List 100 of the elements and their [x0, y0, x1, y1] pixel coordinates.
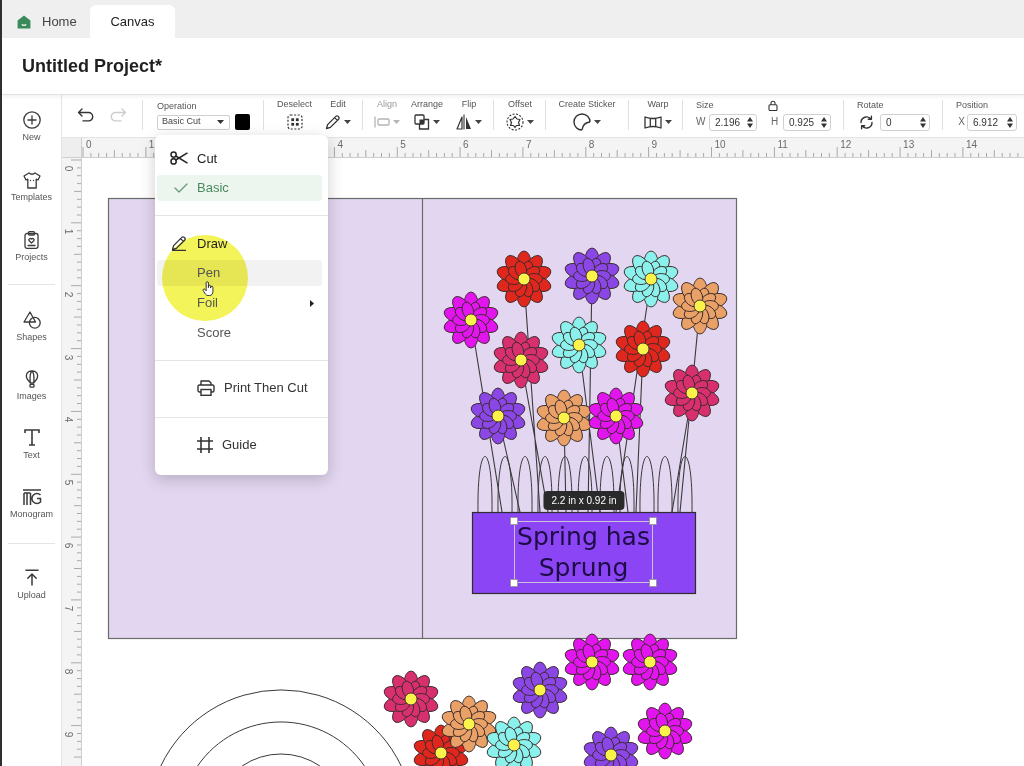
operation-label: Operation: [157, 100, 198, 112]
sidebar-button[interactable]: Upload: [2, 555, 61, 614]
menu-item[interactable]: Guide: [155, 430, 328, 460]
ruler-label: 11: [777, 139, 788, 150]
ruler-label: 12: [840, 139, 852, 150]
flower: [470, 387, 526, 445]
menu-item[interactable]: Pen: [157, 260, 322, 286]
ruler-label: 0: [63, 164, 74, 174]
resize-handle[interactable]: [649, 517, 657, 525]
color-swatch-icon[interactable]: [235, 113, 250, 130]
warp-button[interactable]: Warp: [645, 99, 671, 131]
rotate-icon[interactable]: [859, 114, 874, 130]
ruler-label: 2: [63, 290, 74, 299]
stepper-icon[interactable]: [1007, 116, 1013, 128]
printer-icon: [197, 380, 215, 396]
sidebar-button[interactable]: Text: [2, 415, 61, 474]
sidebar-button[interactable]: New: [2, 97, 61, 157]
sidebar-button[interactable]: Shapes: [2, 297, 61, 356]
menu-heading: Draw: [197, 235, 228, 251]
menu-item[interactable]: Print Then Cut: [155, 373, 328, 403]
rotation-field[interactable]: 0: [880, 113, 930, 131]
ruler-label: 0: [86, 139, 92, 150]
tab[interactable]: Home: [12, 5, 90, 38]
caret-icon: [217, 120, 224, 124]
operation-select[interactable]: Basic Cut: [157, 114, 230, 130]
clipboard-icon: [24, 231, 39, 249]
resize-handle[interactable]: [510, 517, 518, 525]
menu-heading: Cut: [197, 150, 218, 166]
field-label: X: [958, 116, 965, 128]
flower: [383, 670, 439, 728]
height-field[interactable]: 0.925: [783, 113, 831, 131]
ruler-label: 9: [63, 730, 74, 739]
resize-handle[interactable]: [649, 579, 657, 587]
resize-handle[interactable]: [510, 579, 518, 587]
menu-item[interactable]: Basic: [157, 175, 322, 201]
stacked-squares-icon: [414, 114, 430, 130]
ruler-label: 10: [714, 139, 726, 150]
t-shirt-icon: [22, 171, 41, 189]
ruler-label: 8: [63, 667, 74, 677]
ruler-label: 3: [63, 353, 74, 362]
lock-icon[interactable]: [767, 99, 778, 111]
ruler-label: 5: [63, 479, 74, 488]
flower: [564, 633, 620, 691]
arrange-button[interactable]: Arrange: [410, 99, 444, 131]
check-icon: [174, 183, 188, 193]
deselect-button[interactable]: Deselect: [277, 99, 312, 131]
flower: [588, 387, 644, 445]
rotate-label: Rotate: [857, 99, 885, 111]
sticker-icon: [573, 113, 591, 131]
dimension-tooltip: 2.2 in x 0.92 in: [543, 491, 625, 510]
flower: [441, 695, 497, 753]
grid-frame-icon: [197, 437, 213, 453]
flip-button[interactable]: Flip: [457, 99, 481, 131]
field-label: H: [771, 116, 778, 128]
upload-icon: [24, 569, 39, 586]
plus-circle-icon: [22, 111, 41, 129]
ruler-label: 13: [903, 139, 915, 150]
align-icon: [374, 116, 390, 128]
ruler-label: 7: [525, 139, 532, 150]
pencil-icon: [171, 235, 187, 251]
flower: [664, 364, 720, 422]
stepper-icon[interactable]: [821, 116, 827, 128]
create-sticker-button[interactable]: Create Sticker: [558, 99, 616, 131]
undo-icon[interactable]: [77, 108, 94, 122]
flower: [536, 389, 592, 447]
sidebar-button[interactable]: Monogram: [2, 474, 61, 533]
ruler-label: 5: [400, 139, 406, 150]
flower: [443, 291, 499, 349]
flower: [551, 316, 607, 374]
sidebar-button[interactable]: Images: [2, 356, 61, 415]
sidebar-button[interactable]: Projects: [2, 217, 61, 277]
x-position-field[interactable]: 6.912: [967, 113, 1017, 131]
flower: [622, 633, 678, 691]
ruler-label: 9: [651, 139, 658, 150]
menu-item[interactable]: Score: [157, 320, 322, 346]
stepper-icon[interactable]: [920, 116, 926, 128]
ruler-label: 6: [463, 139, 469, 150]
ruler-label: 6: [63, 541, 74, 551]
shapes-icon: [22, 310, 41, 329]
flower: [615, 320, 671, 378]
dashed-square-icon: [286, 114, 303, 130]
flower: [564, 247, 620, 305]
flower: [672, 277, 728, 335]
scissors-icon: [170, 151, 188, 165]
offset-button[interactable]: Offset: [507, 99, 533, 131]
flower: [512, 661, 568, 719]
width-field[interactable]: 2.196: [709, 113, 757, 131]
edit-button[interactable]: Edit: [325, 99, 351, 131]
pencil-icon: [325, 114, 341, 130]
letter-t-icon: [23, 429, 40, 446]
stepper-icon[interactable]: [747, 116, 753, 128]
menu-item[interactable]: Foil: [157, 290, 322, 316]
project-title: Untitled Project*: [22, 55, 163, 77]
ruler-label: 1: [148, 139, 155, 150]
balloon-icon: [24, 369, 39, 388]
ruler-label: 1: [63, 227, 74, 237]
house-icon: [17, 14, 31, 29]
tab[interactable]: Canvas: [90, 5, 175, 38]
sidebar-button[interactable]: Templates: [2, 157, 61, 217]
ruler-label: 4: [337, 139, 343, 150]
